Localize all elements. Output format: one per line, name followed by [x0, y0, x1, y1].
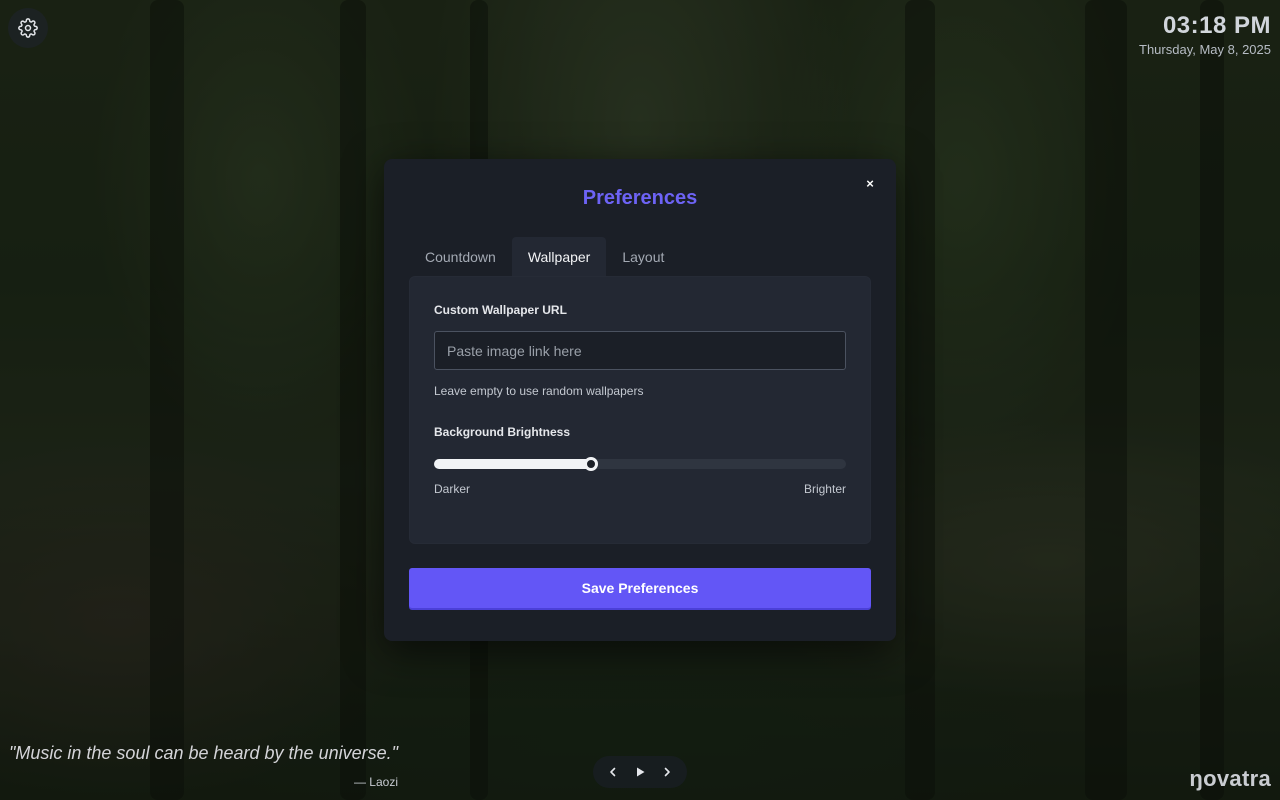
wallpaper-url-input[interactable] — [434, 331, 846, 370]
preferences-modal: × Preferences Countdown Wallpaper Layout… — [384, 159, 896, 641]
previous-button[interactable] — [602, 761, 624, 783]
tab-countdown[interactable]: Countdown — [409, 237, 512, 277]
brightness-label: Background Brightness — [434, 425, 571, 439]
brand-logo: ŋovatra — [1189, 766, 1271, 791]
brightness-slider[interactable] — [434, 457, 846, 471]
quote-text: "Music in the soul can be heard by the u… — [9, 743, 398, 763]
slider-thumb[interactable] — [583, 457, 598, 471]
clock-time: 03:18 PM — [1162, 12, 1271, 39]
play-button[interactable] — [629, 761, 651, 783]
quote-widget: "Music in the soul can be heard by the u… — [9, 743, 398, 789]
slider-fill — [434, 459, 591, 469]
music-player — [593, 756, 687, 788]
quote-author: — Laozi — [353, 775, 398, 789]
next-button[interactable] — [656, 761, 678, 783]
chevron-right-icon — [665, 767, 671, 777]
gear-icon — [18, 18, 38, 38]
tab-layout[interactable]: Layout — [606, 237, 680, 277]
clock-date: Thursday, May 8, 2025 — [1139, 42, 1271, 57]
wallpaper-panel: Custom Wallpaper URL Leave empty to use … — [409, 276, 871, 544]
chevron-left-icon — [609, 767, 615, 777]
play-icon — [636, 767, 645, 777]
save-preferences-button[interactable]: Save Preferences — [409, 568, 871, 608]
brightness-min-label: Darker — [434, 482, 471, 496]
wallpaper-url-hint: Leave empty to use random wallpapers — [434, 384, 644, 398]
settings-button[interactable] — [8, 8, 48, 48]
preferences-tabs: Countdown Wallpaper Layout — [409, 237, 680, 277]
clock-widget: 03:18 PM Thursday, May 8, 2025 — [1139, 12, 1271, 57]
modal-title: Preferences — [582, 187, 698, 209]
brightness-max-label: Brighter — [803, 482, 846, 496]
wallpaper-url-label: Custom Wallpaper URL — [434, 303, 567, 317]
tab-wallpaper[interactable]: Wallpaper — [511, 237, 607, 277]
